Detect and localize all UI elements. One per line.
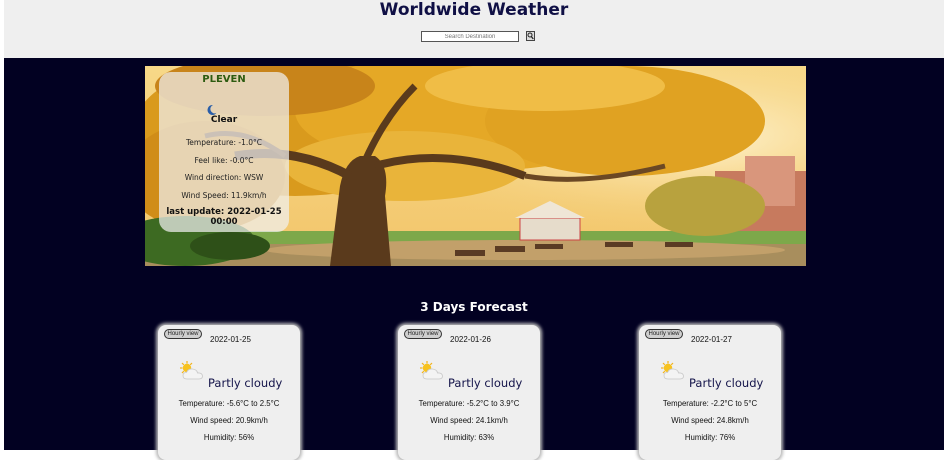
hourly-view-button[interactable]: Hourly view (404, 329, 442, 339)
site-title: Worldwide Weather (379, 0, 569, 20)
current-wind-direction: Wind direction: WSW (184, 173, 264, 182)
forecast-humidity: Humidity: 63% (443, 433, 495, 442)
current-weather-card: PLEVEN Clear Temperature: -1.0°C Feel li… (159, 72, 289, 232)
forecast-temperature: Temperature: -5.6°C to 2.5°C (178, 399, 280, 408)
partly-cloudy-icon (180, 361, 203, 380)
partly-cloudy-icon (420, 361, 443, 380)
forecast-temperature: Temperature: -5.2°C to 3.9°C (418, 399, 520, 408)
partly-cloudy-icon (661, 361, 684, 380)
search-input[interactable] (421, 31, 519, 42)
forecast-card: Hourly view 2022-01-26 Partly cloudy Tem… (398, 325, 540, 460)
search-button[interactable] (526, 31, 535, 41)
forecast-title: 3 Days Forecast (420, 300, 528, 314)
forecast-wind-speed: Wind speed: 24.8km/h (671, 416, 749, 425)
current-condition: Clear (210, 115, 238, 125)
forecast-wind-speed: Wind speed: 20.9km/h (190, 416, 268, 425)
page-header: Worldwide Weather (4, 0, 944, 58)
forecast-humidity: Humidity: 56% (203, 433, 255, 442)
forecast-condition: Partly cloudy (448, 376, 523, 390)
current-wind-speed: Wind Speed: 11.9km/h (181, 191, 267, 200)
current-feels-like: Feel like: -0.0°C (194, 156, 254, 165)
main-content: PLEVEN Clear Temperature: -1.0°C Feel li… (4, 58, 944, 460)
forecast-date: 2022-01-26 (450, 335, 491, 344)
forecast-date: 2022-01-27 (691, 335, 732, 344)
city-name: PLEVEN (202, 74, 246, 85)
hourly-view-button[interactable]: Hourly view (164, 329, 202, 339)
forecast-humidity: Humidity: 76% (684, 433, 736, 442)
forecast-card: Hourly view 2022-01-25 Partly cloudy Tem… (158, 325, 300, 460)
forecast-card: Hourly view 2022-01-27 Partly cloudy Tem… (639, 325, 781, 460)
forecast-temperature: Temperature: -2.2°C to 5°C (662, 399, 758, 408)
forecast-condition: Partly cloudy (208, 376, 283, 390)
forecast-date: 2022-01-25 (210, 335, 251, 344)
forecast-condition: Partly cloudy (689, 376, 764, 390)
forecast-wind-speed: Wind speed: 24.1km/h (430, 416, 508, 425)
search-icon (527, 32, 534, 40)
current-temperature: Temperature: -1.0°C (185, 138, 263, 147)
hourly-view-button[interactable]: Hourly view (645, 329, 683, 339)
weather-banner: PLEVEN Clear Temperature: -1.0°C Feel li… (145, 66, 806, 266)
last-update: last update: 2022-01-25 00:00 (166, 207, 282, 227)
